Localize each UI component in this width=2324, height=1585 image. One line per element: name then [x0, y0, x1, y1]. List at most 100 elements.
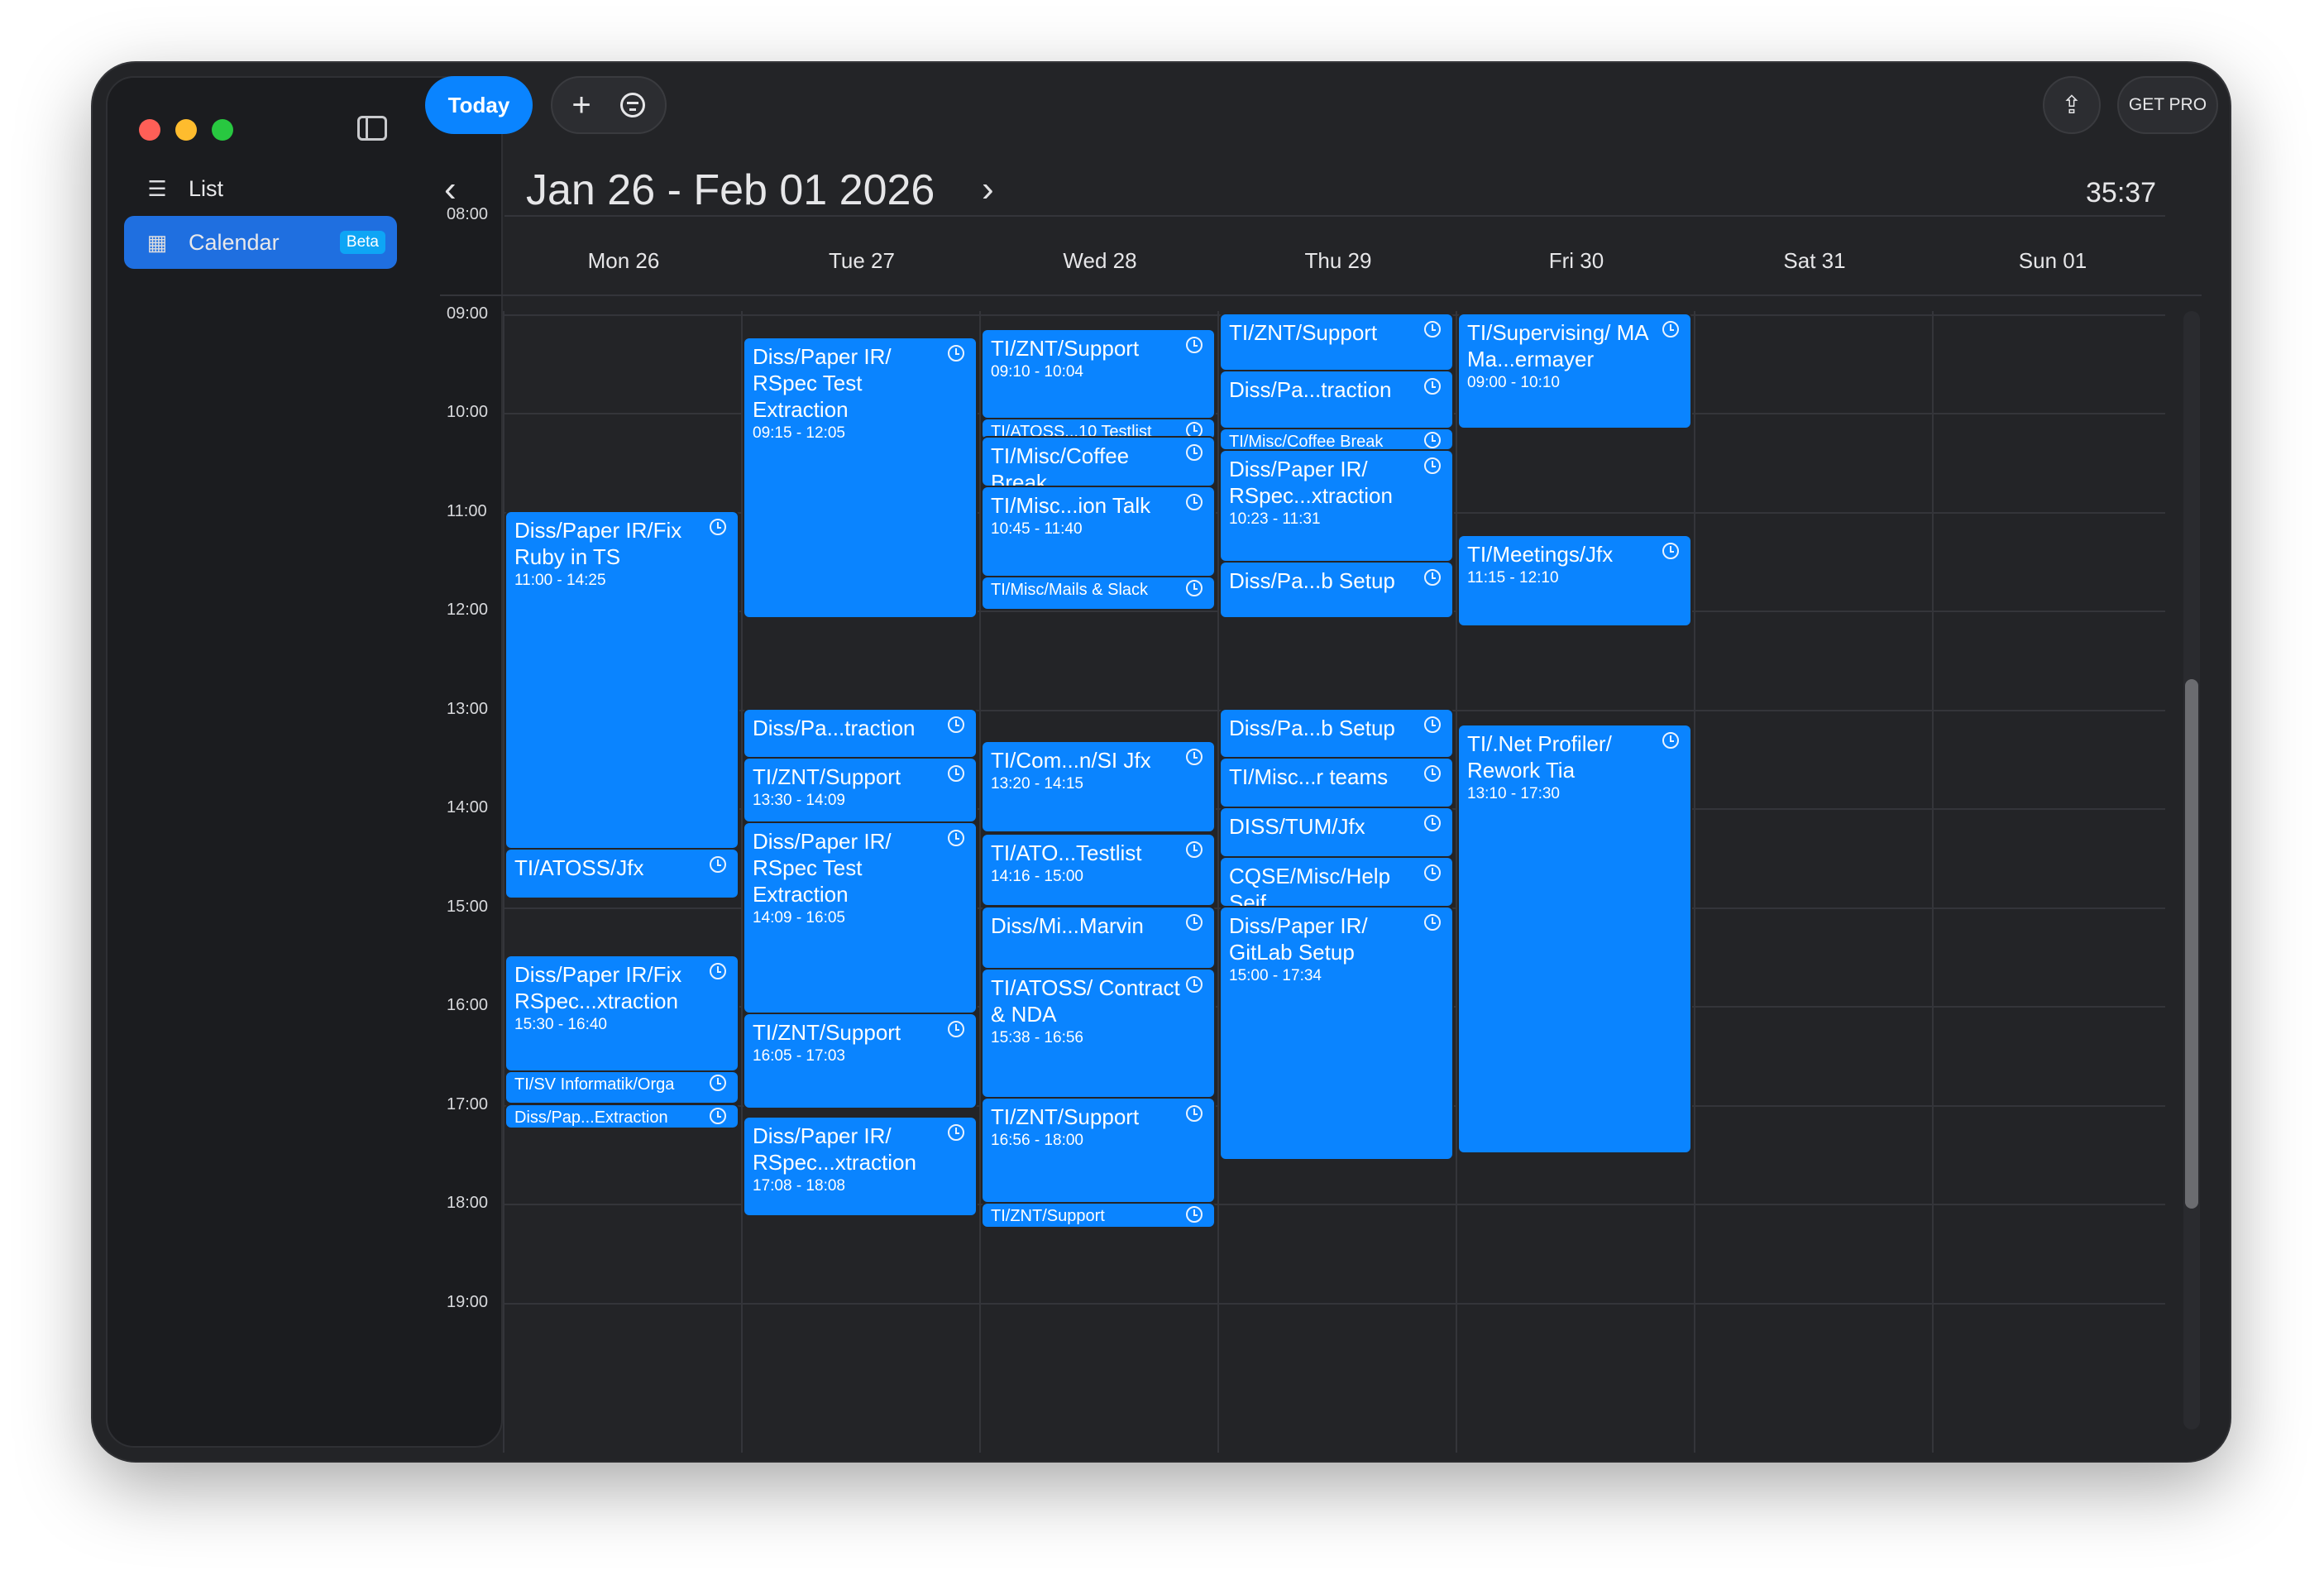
sidebar-item-list[interactable]: ☰ List — [124, 162, 397, 215]
calendar-event[interactable]: TI/.Net Profiler/ Rework Tia 13:10 - 17:3… — [1459, 725, 1690, 1153]
event-title: TI/ZNT/Support — [1229, 319, 1378, 345]
calendar-event[interactable]: TI/Misc/Coffee Break — [983, 437, 1214, 486]
calendar-event[interactable]: TI/ZNT/Support 13:30 - 14:09 — [744, 759, 976, 821]
event-title: Diss/Pa...traction — [753, 715, 916, 740]
event-title: TI/ZNT/Support — [753, 764, 901, 790]
history-icon — [1186, 1104, 1203, 1122]
event-time: 13:20 - 14:15 — [991, 775, 1083, 793]
close-window-button[interactable] — [139, 119, 160, 141]
event-time: 15:30 - 16:40 — [514, 1016, 607, 1034]
sidebar-item-calendar[interactable]: ▦ Calendar Beta — [124, 216, 397, 269]
calendar-event[interactable]: TI/ATOSS/Jfx — [506, 849, 738, 898]
history-icon — [1424, 320, 1441, 338]
calendar-event[interactable]: Diss/Pa...traction — [744, 709, 976, 758]
calendar-event[interactable]: TI/ZNT/Support — [983, 1204, 1214, 1227]
history-icon — [1424, 815, 1441, 831]
calendar-event[interactable]: DISS/TUM/Jfx — [1221, 808, 1452, 856]
week-grid[interactable]: 08:00 09:00 10:00 11:00 12:00 13:00 14:00 15:00… — [440, 205, 2193, 1453]
calendar-event[interactable]: Diss/Paper IR/Fix Ruby in TS 11:00 - 14:2… — [506, 511, 738, 848]
calendar-event[interactable]: TI/Misc...ion Talk 10:45 - 11:40 — [983, 486, 1214, 577]
event-title: TI/Misc...ion Talk — [991, 492, 1151, 518]
event-time: 10:45 - 11:40 — [991, 520, 1083, 538]
history-icon — [1186, 840, 1203, 858]
scrollbar-thumb[interactable] — [2185, 679, 2198, 1209]
calendar-event[interactable]: TI/ZNT/Support — [1221, 314, 1452, 371]
calendar-event[interactable]: TI/Misc/Mails & Slack — [983, 577, 1214, 609]
share-icon[interactable]: ⇪ — [2043, 76, 2101, 134]
zoom-window-button[interactable] — [212, 119, 233, 141]
calendar-event[interactable]: Diss/Paper IR/ GitLab Setup 15:00 - 17:34 — [1221, 907, 1452, 1160]
hour-gridline — [504, 215, 2165, 217]
list-icon: ☰ — [147, 175, 167, 201]
event-title: Diss/Paper IR/ RSpec...xtraction — [1229, 456, 1393, 508]
plus-icon[interactable]: + — [561, 86, 602, 124]
day-column-divider — [503, 311, 504, 1453]
app-window: ☰ List ▦ Calendar Beta Today + ⇪ GET PRO… — [93, 63, 2230, 1461]
chevron-left-icon[interactable]: ‹ — [444, 169, 457, 210]
calendar-event[interactable]: Diss/Paper IR/Fix RSpec...xtraction 15:30… — [506, 956, 738, 1070]
event-title: TI/Misc/Mails & Slack — [991, 581, 1149, 600]
chevron-right-icon[interactable]: › — [982, 169, 994, 210]
history-icon — [710, 855, 726, 873]
history-icon — [1662, 320, 1679, 338]
filter-button[interactable] — [612, 86, 653, 124]
calendar-event[interactable]: TI/ZNT/Support 09:10 - 10:04 — [983, 330, 1214, 418]
event-title: Diss/Pa...b Setup — [1229, 715, 1395, 740]
event-title: TI/Misc/Coffee Break — [1229, 432, 1384, 449]
calendar-icon: ▦ — [146, 229, 168, 255]
event-title: Diss/Paper IR/ GitLab Setup — [1229, 912, 1368, 965]
event-title: TI/Supervising/ MA Ma...ermayer — [1467, 319, 1648, 371]
calendar-event[interactable]: Diss/Paper IR/ RSpec...xtraction 17:08 - … — [744, 1118, 976, 1215]
calendar-event[interactable]: TI/ATOSS/ Contract & NDA 15:38 - 16:56 — [983, 970, 1214, 1097]
day-header-4: Fri 30 — [1548, 248, 1604, 273]
event-time: 13:10 - 17:30 — [1467, 785, 1560, 803]
calendar-event[interactable]: Diss/Paper IR/ RSpec...xtraction 10:23 - … — [1221, 450, 1452, 562]
event-time: 11:15 - 12:10 — [1467, 569, 1559, 587]
calendar-event[interactable]: Diss/Mi...Marvin — [983, 907, 1214, 969]
event-title: TI/ZNT/Support — [991, 1207, 1105, 1225]
calendar-event[interactable]: TI/SV Informatik/Orga — [506, 1071, 738, 1104]
calendar-event[interactable]: TI/ZNT/Support 16:05 - 17:03 — [744, 1013, 976, 1109]
calendar-event[interactable]: TI/Supervising/ MA Ma...ermayer 09:00 - 1… — [1459, 314, 1690, 428]
calendar-event[interactable]: TI/Com...n/SI Jfx 13:20 - 14:15 — [983, 742, 1214, 831]
history-icon — [1424, 716, 1441, 733]
calendar-event[interactable]: Diss/Paper IR/ RSpec Test Extraction 14:0… — [744, 822, 976, 1013]
sidebar-item-label: List — [189, 175, 224, 201]
history-icon — [1186, 1206, 1203, 1223]
history-icon — [1424, 913, 1441, 931]
day-header-1: Tue 27 — [829, 248, 895, 273]
beta-badge: Beta — [339, 231, 385, 254]
day-header-3: Thu 29 — [1304, 248, 1372, 273]
calendar-event[interactable]: TI/ZNT/Support 16:56 - 18:00 — [983, 1098, 1214, 1202]
calendar-event[interactable]: Diss/Pa...b Setup — [1221, 709, 1452, 758]
calendar-event[interactable]: TI/Meetings/Jfx 11:15 - 12:10 — [1459, 536, 1690, 625]
day-column-divider — [1217, 311, 1219, 1453]
calendar-event[interactable]: TI/ATOSS...10 Testlist — [983, 419, 1214, 439]
event-title: Diss/Pap...Extraction — [514, 1108, 668, 1127]
calendar-event[interactable]: TI/Misc...r teams — [1221, 759, 1452, 807]
hour-label: 18:00 — [447, 1194, 489, 1212]
calendar-event[interactable]: Diss/Paper IR/ RSpec Test Extraction 09:1… — [744, 338, 976, 617]
event-time: 09:00 - 10:10 — [1467, 373, 1560, 391]
timer-display: 35:37 — [2086, 177, 2157, 208]
calendar-event[interactable]: TI/ATO...Testlist 14:16 - 15:00 — [983, 834, 1214, 906]
event-title: Diss/Mi...Marvin — [991, 912, 1144, 938]
hour-label: 17:00 — [447, 1094, 489, 1113]
sidebar-toggle-icon[interactable] — [357, 116, 387, 141]
today-button[interactable]: Today — [425, 76, 533, 134]
calendar-event[interactable]: Diss/Pap...Extraction — [506, 1104, 738, 1128]
event-title: Diss/Paper IR/Fix Ruby in TS — [514, 517, 682, 569]
day-column-divider — [979, 311, 981, 1453]
toolbar-action-group: + — [551, 76, 667, 134]
calendar-event[interactable]: CQSE/Misc/Help Seif — [1221, 857, 1452, 906]
minimize-window-button[interactable] — [175, 119, 197, 141]
history-icon — [710, 1074, 726, 1091]
calendar-event[interactable]: TI/Misc/Coffee Break — [1221, 429, 1452, 449]
calendar-event[interactable]: Diss/Pa...b Setup — [1221, 563, 1452, 617]
event-time: 15:38 - 16:56 — [991, 1029, 1083, 1047]
day-header-2: Wed 28 — [1063, 248, 1137, 273]
calendar-event[interactable]: Diss/Pa...traction — [1221, 371, 1452, 428]
event-title: Diss/Pa...traction — [1229, 377, 1392, 403]
event-time: 16:56 - 18:00 — [991, 1131, 1083, 1149]
get-pro-button[interactable]: GET PRO — [2117, 76, 2218, 134]
